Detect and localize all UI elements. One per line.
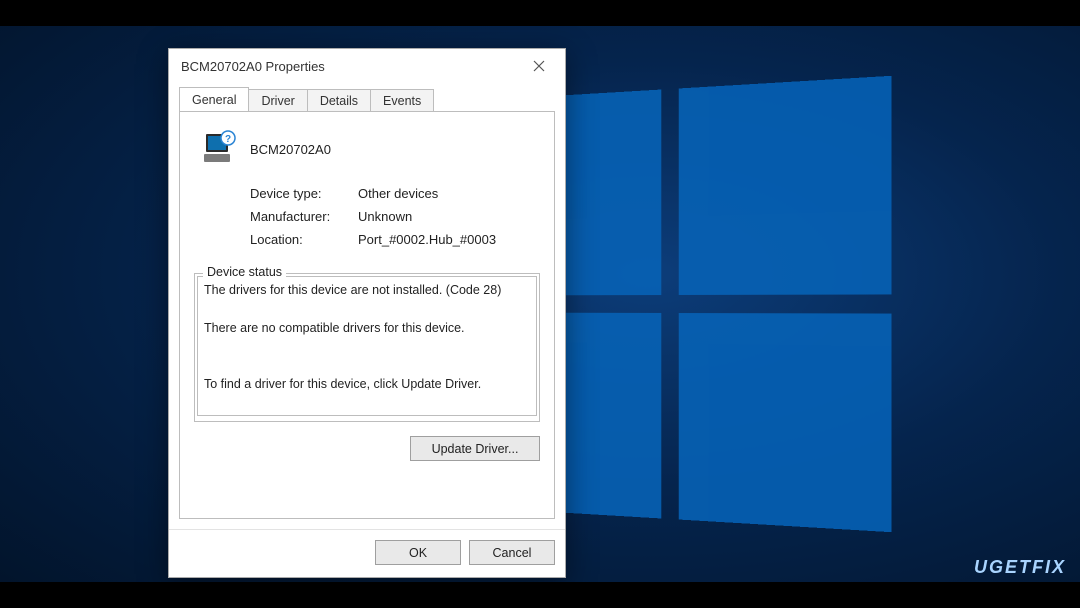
tab-details[interactable]: Details	[308, 89, 371, 112]
update-driver-button[interactable]: Update Driver...	[410, 436, 540, 461]
tab-driver[interactable]: Driver	[249, 89, 307, 112]
device-name: BCM20702A0	[250, 142, 331, 157]
desktop-background: UGETFIX BCM20702A0 Properties General Dr…	[0, 0, 1080, 608]
tab-events[interactable]: Events	[371, 89, 434, 112]
letterbox-top	[0, 0, 1080, 26]
dialog-footer: OK Cancel	[169, 529, 565, 577]
property-row-location: Location: Port_#0002.Hub_#0003	[250, 232, 540, 247]
device-status-group-label: Device status	[203, 265, 286, 279]
svg-text:?: ?	[225, 134, 231, 145]
device-properties-list: Device type: Other devices Manufacturer:…	[250, 186, 540, 247]
tab-panel-general: ? BCM20702A0 Device type: Other devices …	[179, 111, 555, 519]
update-driver-row: Update Driver...	[194, 436, 540, 461]
close-button[interactable]	[519, 52, 559, 80]
cancel-button[interactable]: Cancel	[469, 540, 555, 565]
property-value: Unknown	[358, 209, 412, 224]
titlebar[interactable]: BCM20702A0 Properties	[169, 49, 565, 83]
property-label: Device type:	[250, 186, 358, 201]
close-icon	[533, 60, 545, 72]
device-properties-dialog: BCM20702A0 Properties General Driver Det…	[168, 48, 566, 578]
property-value: Other devices	[358, 186, 438, 201]
dialog-client-area: General Driver Details Events ?	[169, 83, 565, 529]
device-header: ? BCM20702A0	[198, 130, 540, 168]
tab-general[interactable]: General	[179, 87, 249, 111]
device-status-group: Device status	[194, 273, 540, 422]
property-value: Port_#0002.Hub_#0003	[358, 232, 496, 247]
property-row-manufacturer: Manufacturer: Unknown	[250, 209, 540, 224]
device-status-text[interactable]	[197, 276, 537, 416]
unknown-device-icon: ?	[198, 130, 236, 168]
property-row-device-type: Device type: Other devices	[250, 186, 540, 201]
property-label: Location:	[250, 232, 358, 247]
letterbox-bottom	[0, 582, 1080, 608]
watermark-text: UGETFIX	[974, 557, 1066, 578]
property-label: Manufacturer:	[250, 209, 358, 224]
tab-row: General Driver Details Events	[179, 85, 555, 111]
window-title: BCM20702A0 Properties	[181, 59, 519, 74]
ok-button[interactable]: OK	[375, 540, 461, 565]
